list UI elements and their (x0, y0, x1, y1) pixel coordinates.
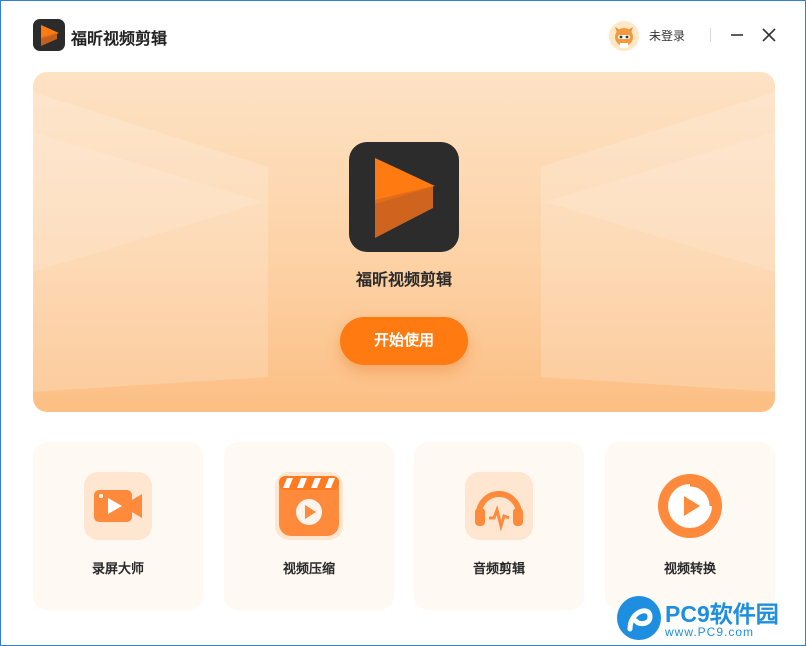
feature-label: 音频剪辑 (472, 561, 525, 576)
feature-label: 录屏大师 (91, 561, 144, 576)
feature-card-screen-record[interactable]: 录屏大师 (33, 442, 203, 610)
feature-label: 视频转换 (663, 561, 716, 576)
audio-edit-icon (465, 472, 533, 540)
watermark-url: www.PC9.com (665, 625, 755, 639)
feature-card-video-compress[interactable]: 视频压缩 (224, 442, 394, 610)
close-icon[interactable] (761, 27, 777, 43)
pc9-logo-icon (616, 595, 662, 641)
feature-card-video-convert[interactable]: 视频转换 (605, 442, 775, 610)
hero-banner: 福昕视频剪辑 开始使用 (33, 72, 775, 412)
app-window: 福昕视频剪辑 未登录 福昕视频剪辑 开始使用 录屏大师 视频压缩 音频剪辑 视频… (0, 0, 806, 646)
minimize-icon[interactable] (729, 27, 745, 43)
app-logo-icon (33, 19, 65, 51)
watermark-brand: PC9软件园 (665, 601, 779, 627)
video-compress-icon (275, 472, 343, 540)
hero-app-logo-icon (349, 142, 459, 252)
feature-card-audio-edit[interactable]: 音频剪辑 (414, 442, 584, 610)
screen-record-icon (84, 472, 152, 540)
app-title: 福昕视频剪辑 (71, 31, 168, 48)
start-button[interactable]: 开始使用 (340, 317, 468, 365)
video-convert-icon (656, 472, 724, 540)
login-status[interactable]: 未登录 (649, 27, 685, 44)
header-divider (710, 28, 711, 42)
user-avatar[interactable] (609, 21, 639, 51)
feature-label: 视频压缩 (282, 561, 335, 576)
hero-title: 福昕视频剪辑 (355, 272, 452, 289)
